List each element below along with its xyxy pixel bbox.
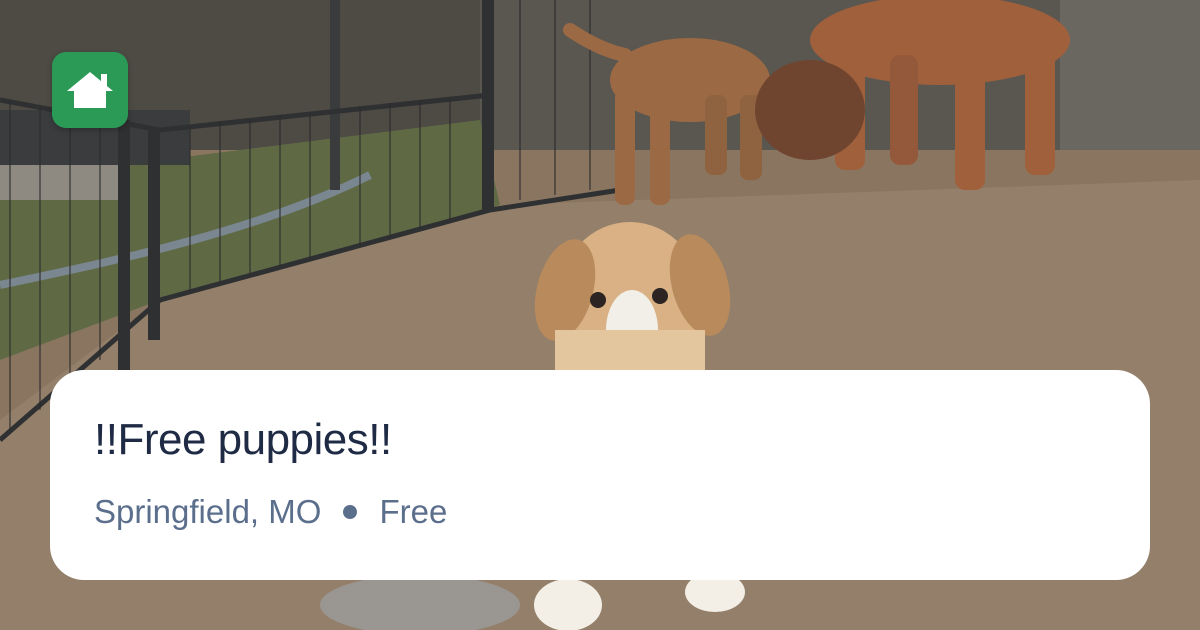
- listing-title: !!Free puppies!!: [94, 415, 392, 464]
- listing-preview: !!Free puppies!! Springfield, MO Free: [0, 0, 1200, 630]
- separator-dot: [343, 505, 358, 519]
- listing-price: Free: [379, 493, 448, 530]
- listing-info-card[interactable]: !!Free puppies!! Springfield, MO Free: [50, 370, 1150, 580]
- listing-location: Springfield, MO: [94, 493, 322, 530]
- listing-meta: Springfield, MO Free: [94, 492, 1106, 532]
- home-logo-badge[interactable]: [52, 52, 128, 128]
- house-icon: [67, 72, 113, 108]
